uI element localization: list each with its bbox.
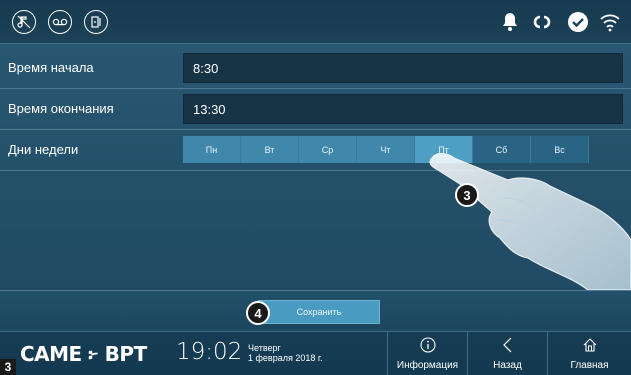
bottom-bar: CAME ፦ BPT 19:02 Четверг 1 февраля 2018 … — [0, 331, 631, 375]
info-icon — [419, 337, 436, 353]
mute-ringer-icon[interactable] — [12, 10, 36, 34]
end-time-label: Время окончания — [8, 101, 114, 116]
pointing-hand-illustration — [429, 152, 631, 290]
back-label: Назад — [493, 360, 522, 371]
back-button[interactable]: Назад — [467, 332, 547, 375]
wifi-icon — [600, 14, 620, 32]
brand-logo: CAME ፦ BPT — [20, 342, 147, 366]
status-bar — [0, 0, 631, 44]
end-time-field[interactable]: 13:30 — [183, 94, 623, 124]
check-icon — [568, 12, 588, 32]
step-callout-save: 4 — [246, 301, 270, 325]
link-icon — [533, 15, 551, 29]
day-toggle-wed[interactable]: Ср — [299, 136, 357, 163]
save-button[interactable]: Сохранить — [258, 300, 380, 324]
days-of-week-label: Дни недели — [8, 142, 79, 157]
home-label: Главная — [570, 360, 609, 371]
voicemail-icon[interactable] — [48, 10, 72, 34]
door-entry-icon[interactable] — [84, 10, 108, 34]
bell-icon — [503, 13, 517, 31]
end-time-row: Время окончания 13:30 — [0, 89, 631, 130]
start-time-label: Время начала — [8, 60, 94, 75]
day-toggle-thu[interactable]: Чт — [357, 136, 415, 163]
figure-number: 3 — [0, 359, 16, 375]
step-callout-tap: 3 — [455, 183, 479, 207]
start-time-row: Время начала 8:30 — [0, 48, 631, 89]
clock-weekday: Четверг — [248, 343, 281, 353]
day-toggle-tue[interactable]: Вт — [241, 136, 299, 163]
info-label: Информация — [396, 360, 459, 371]
info-button[interactable]: Информация — [387, 332, 467, 375]
home-button[interactable]: Главная — [547, 332, 631, 375]
home-icon — [583, 338, 596, 352]
day-toggle-mon[interactable]: Пн — [183, 136, 241, 163]
save-bar: Сохранить — [0, 290, 631, 330]
screen: Время начала 8:30 Время окончания 13:30 … — [0, 0, 631, 375]
clock-date: 1 февраля 2018 г. — [248, 353, 323, 363]
start-time-field[interactable]: 8:30 — [183, 53, 623, 83]
clock-time: 19:02 — [176, 339, 243, 365]
chevron-left-icon — [502, 337, 511, 353]
